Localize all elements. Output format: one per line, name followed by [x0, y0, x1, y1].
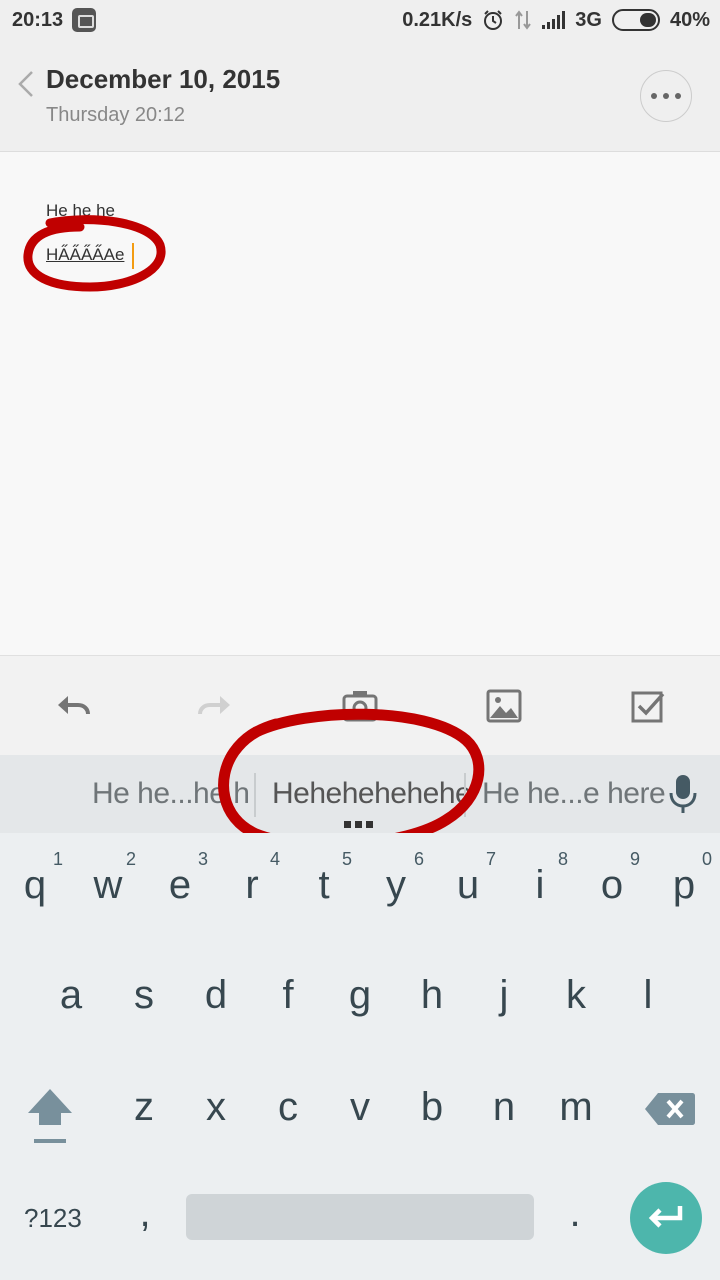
key-u[interactable]: u [448, 863, 488, 908]
network-type: 3G [575, 8, 602, 31]
signal-icon [542, 11, 566, 29]
key-y[interactable]: y [376, 863, 416, 908]
key-b[interactable]: b [412, 1085, 452, 1130]
status-bar: 20:13 0.21K/s 3G 40% [0, 0, 720, 40]
key-hint: 7 [486, 849, 497, 869]
key-a[interactable]: a [51, 973, 91, 1018]
suggestion-right[interactable]: He he...e here [482, 777, 666, 811]
more-options-button[interactable] [640, 70, 692, 122]
note-editor[interactable]: He he he HA̋A̋A̋A̋Ae [0, 153, 720, 655]
microphone-icon[interactable] [668, 773, 698, 815]
key-hint: 0 [702, 849, 713, 869]
enter-icon [648, 1206, 683, 1228]
key-z[interactable]: z [124, 1085, 164, 1130]
image-icon[interactable] [484, 686, 524, 726]
note-header: December 10, 2015 Thursday 20:12 [0, 40, 720, 152]
key-hint: 6 [414, 849, 425, 869]
key-w[interactable]: w [88, 863, 128, 908]
notification-icon [72, 8, 96, 32]
alarm-icon [484, 10, 503, 30]
key-hint: 9 [630, 849, 641, 869]
key-h[interactable]: h [412, 973, 452, 1018]
checkbox-icon[interactable] [628, 686, 668, 726]
key-hint: 8 [558, 849, 569, 869]
key-j[interactable]: j [484, 973, 524, 1018]
key-p[interactable]: p [664, 863, 704, 908]
undo-icon[interactable] [52, 686, 92, 726]
key-v[interactable]: v [340, 1085, 380, 1130]
key-hint: 5 [342, 849, 353, 869]
shift-icon[interactable] [24, 1085, 76, 1147]
key-x[interactable]: x [196, 1085, 236, 1130]
battery-icon [611, 9, 660, 31]
symbols-key[interactable]: ?123 [24, 1203, 82, 1234]
key-s[interactable]: s [124, 973, 164, 1018]
red-circle-annotation [23, 215, 166, 292]
key-e[interactable]: e [160, 863, 200, 908]
backspace-icon[interactable] [644, 1091, 696, 1127]
key-d[interactable]: d [196, 973, 236, 1018]
key-hint: 1 [53, 849, 64, 869]
key-hint: 4 [270, 849, 281, 869]
space-key[interactable] [186, 1194, 534, 1240]
key-hint: 2 [126, 849, 137, 869]
key-c[interactable]: c [268, 1085, 308, 1130]
more-icon [651, 93, 657, 99]
note-day-time: Thursday 20:12 [46, 104, 185, 126]
battery-level: 40% [669, 8, 710, 31]
enter-key[interactable] [630, 1182, 702, 1254]
key-o[interactable]: o [592, 863, 632, 908]
key-g[interactable]: g [340, 973, 380, 1018]
note-date-title: December 10, 2015 [46, 64, 281, 94]
status-time: 20:13 [12, 9, 64, 31]
period-key[interactable]: . [560, 1191, 590, 1236]
keyboard: ?123 , . q1 w2 e3 r4 t5 y6 u7 i8 o9 p0 asdfghjkl zx… [0, 833, 720, 1280]
key-k[interactable]: k [556, 973, 596, 1018]
back-arrow-icon[interactable] [10, 64, 40, 104]
key-r[interactable]: r [232, 863, 272, 908]
key-i[interactable]: i [520, 863, 560, 908]
key-t[interactable]: t [304, 863, 344, 908]
key-q[interactable]: q [15, 863, 55, 908]
key-m[interactable]: m [556, 1085, 596, 1130]
key-n[interactable]: n [484, 1085, 524, 1130]
key-hint: 3 [198, 849, 209, 869]
comma-key[interactable]: , [130, 1191, 160, 1236]
net-speed: 0.21K/s [402, 8, 473, 31]
key-l[interactable]: l [628, 973, 668, 1018]
data-transfer-icon [515, 10, 532, 30]
key-f[interactable]: f [268, 973, 308, 1018]
